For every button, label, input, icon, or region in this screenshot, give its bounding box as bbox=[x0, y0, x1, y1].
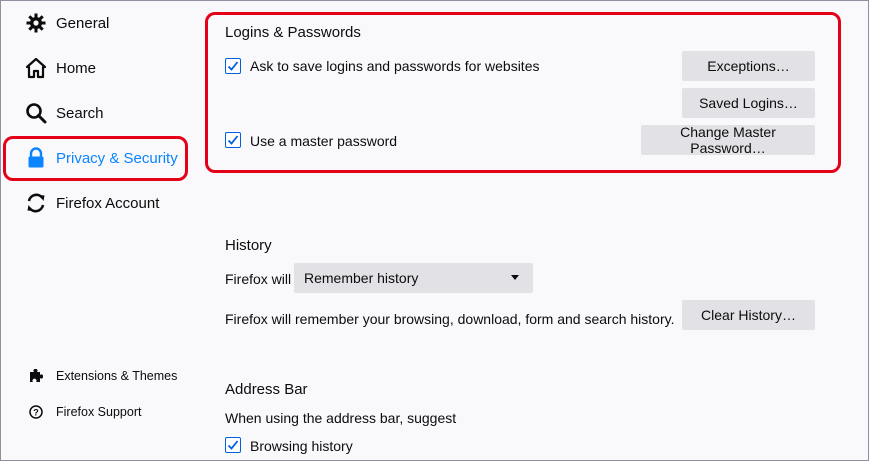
master-password-checkbox[interactable] bbox=[225, 132, 241, 148]
change-master-password-button[interactable]: Change Master Password… bbox=[641, 124, 815, 156]
logins-section-title: Logins & Passwords bbox=[225, 24, 361, 41]
firefox-will-label: Firefox will bbox=[225, 271, 292, 287]
address-bar-subtitle: When using the address bar, suggest bbox=[225, 410, 457, 426]
sync-icon bbox=[25, 192, 47, 214]
ask-save-logins-label: Ask to save logins and passwords for web… bbox=[250, 58, 540, 74]
sidebar-item-label: Firefox Account bbox=[56, 194, 160, 212]
browsing-history-checkbox[interactable] bbox=[225, 437, 241, 453]
annotation-highlight-sidebar bbox=[3, 136, 188, 181]
sidebar-item-home[interactable]: Home bbox=[25, 54, 96, 82]
preferences-window: General Home Search Privacy & Security F… bbox=[0, 0, 869, 461]
sidebar-item-general[interactable]: General bbox=[25, 9, 109, 37]
sidebar-item-label: Search bbox=[56, 104, 104, 122]
sidebar-item-label: Home bbox=[56, 59, 97, 77]
clear-history-button[interactable]: Clear History… bbox=[682, 300, 815, 330]
sidebar-link-firefox-support[interactable]: ? Firefox Support bbox=[29, 405, 141, 419]
gear-icon bbox=[25, 12, 47, 34]
checkmark-icon bbox=[227, 440, 239, 450]
sidebar-link-extensions-themes[interactable]: Extensions & Themes bbox=[29, 369, 177, 383]
search-icon bbox=[25, 102, 47, 124]
master-password-label: Use a master password bbox=[250, 133, 398, 149]
checkmark-icon bbox=[227, 135, 239, 145]
svg-text:?: ? bbox=[33, 408, 39, 418]
saved-logins-button[interactable]: Saved Logins… bbox=[682, 88, 815, 118]
dropdown-caret-icon bbox=[511, 275, 519, 280]
address-bar-section-title: Address Bar bbox=[225, 381, 308, 398]
sidebar-link-label: Extensions & Themes bbox=[56, 369, 178, 383]
checkmark-icon bbox=[227, 61, 239, 71]
history-mode-value: Remember history bbox=[304, 270, 419, 286]
history-section-title: History bbox=[225, 237, 272, 254]
sidebar-link-label: Firefox Support bbox=[56, 405, 142, 419]
exceptions-button[interactable]: Exceptions… bbox=[682, 51, 815, 81]
sidebar-item-label: General bbox=[56, 14, 110, 32]
sidebar-item-firefox-account[interactable]: Firefox Account bbox=[25, 189, 159, 217]
history-mode-select[interactable]: Remember history bbox=[294, 263, 533, 293]
sidebar-item-search[interactable]: Search bbox=[25, 99, 104, 127]
browsing-history-label: Browsing history bbox=[250, 438, 353, 454]
home-icon bbox=[25, 57, 47, 79]
ask-save-logins-checkbox[interactable] bbox=[225, 58, 241, 74]
history-description: Firefox will remember your browsing, dow… bbox=[225, 311, 675, 327]
puzzle-icon bbox=[29, 369, 43, 383]
help-icon: ? bbox=[29, 405, 43, 419]
